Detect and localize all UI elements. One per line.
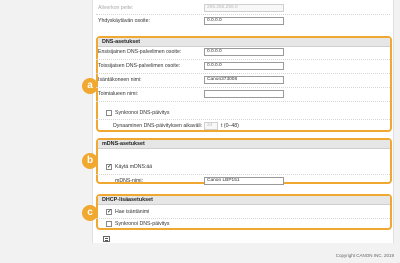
- dhcp-hostname-row: Hae isäntänimi: [115, 206, 149, 218]
- dns-hostname-label: Isäntäkoneen nimi:: [98, 77, 142, 83]
- dns-interval-unit-row: t (0–48): [221, 120, 239, 132]
- gateway-label: Yhdyskäytävän osoite:: [98, 18, 150, 24]
- dns-primary-field[interactable]: 0.0.0.0: [204, 48, 284, 56]
- dns-interval-field[interactable]: 24: [204, 122, 218, 130]
- dhcp-hostname-checkbox[interactable]: ✓: [106, 209, 112, 215]
- dns-domain-row: Toimialueen nimi:: [98, 88, 138, 100]
- mdns-section-title: mDNS-asetukset: [98, 140, 390, 149]
- dhcp-hostname-label: Hae isäntänimi: [115, 209, 150, 215]
- gateway-field[interactable]: 0.0.0.0: [204, 17, 284, 25]
- dhcp-dns-update-label: Synkronoi DNS-päivitys: [115, 221, 170, 227]
- mdns-name-row: mDNS-nimi:: [115, 175, 143, 187]
- dns-dynamic-update-row: Synkronoi DNS-päivitys: [115, 107, 170, 119]
- dns-secondary-field[interactable]: 0.0.0.0: [204, 62, 284, 70]
- subnet-field[interactable]: 255.255.255.0: [204, 4, 284, 12]
- dns-hostname-field[interactable]: Canon373008: [204, 76, 284, 84]
- dhcp-dns-update-checkbox[interactable]: [106, 221, 112, 227]
- dns-interval-label: Dynaaminen DNS-päivityksen aikaväli:: [113, 123, 203, 129]
- page: Aliverkon peite: 255.255.255.0 Yhdyskäyt…: [0, 0, 400, 263]
- dns-secondary-row: Toissijaisen DNS-palvelimen osoite:: [98, 60, 180, 72]
- dhcp-section-title: DHCP-lisäasetukset: [98, 196, 390, 205]
- footer: Copyright CANON INC. 2019: [92, 243, 400, 263]
- dns-dynamic-update-checkbox[interactable]: [106, 110, 112, 116]
- dns-dynamic-update-label: Synkronoi DNS-päivitys: [115, 110, 170, 116]
- subnet-label: Aliverkon peite:: [98, 5, 134, 11]
- subnet-row: Aliverkon peite:: [98, 2, 133, 14]
- mdns-name-label: mDNS-nimi:: [115, 178, 143, 184]
- dns-hostname-row: Isäntäkoneen nimi:: [98, 74, 142, 86]
- mdns-use-checkbox[interactable]: ✓: [106, 164, 112, 170]
- dns-primary-row: Ensisijainen DNS-palvelimen osoite:: [98, 46, 181, 58]
- dns-interval-unit: t (0–48): [221, 123, 239, 129]
- dns-primary-label: Ensisijainen DNS-palvelimen osoite:: [98, 49, 182, 55]
- dhcp-dns-update-row: Synkronoi DNS-päivitys: [115, 218, 170, 230]
- mdns-use-row: Käytä mDNS:ää: [115, 161, 152, 173]
- gateway-row: Yhdyskäytävän osoite:: [98, 15, 150, 27]
- dns-domain-label: Toimialueen nimi:: [98, 91, 139, 97]
- divider: [96, 101, 390, 102]
- divider: [96, 87, 390, 88]
- dns-secondary-label: Toissijaisen DNS-palvelimen osoite:: [98, 63, 181, 69]
- callout-a-badge: a: [82, 78, 98, 94]
- dns-domain-field[interactable]: [204, 90, 284, 98]
- mdns-use-label: Käytä mDNS:ää: [115, 164, 153, 170]
- callout-b-badge: b: [82, 153, 98, 169]
- copyright-text: Copyright CANON INC. 2019: [335, 253, 394, 258]
- dns-interval-row: Dynaaminen DNS-päivityksen aikaväli:: [113, 120, 202, 132]
- menu-list-icon[interactable]: [103, 236, 110, 242]
- mdns-name-field[interactable]: Canon LBP151: [204, 177, 284, 185]
